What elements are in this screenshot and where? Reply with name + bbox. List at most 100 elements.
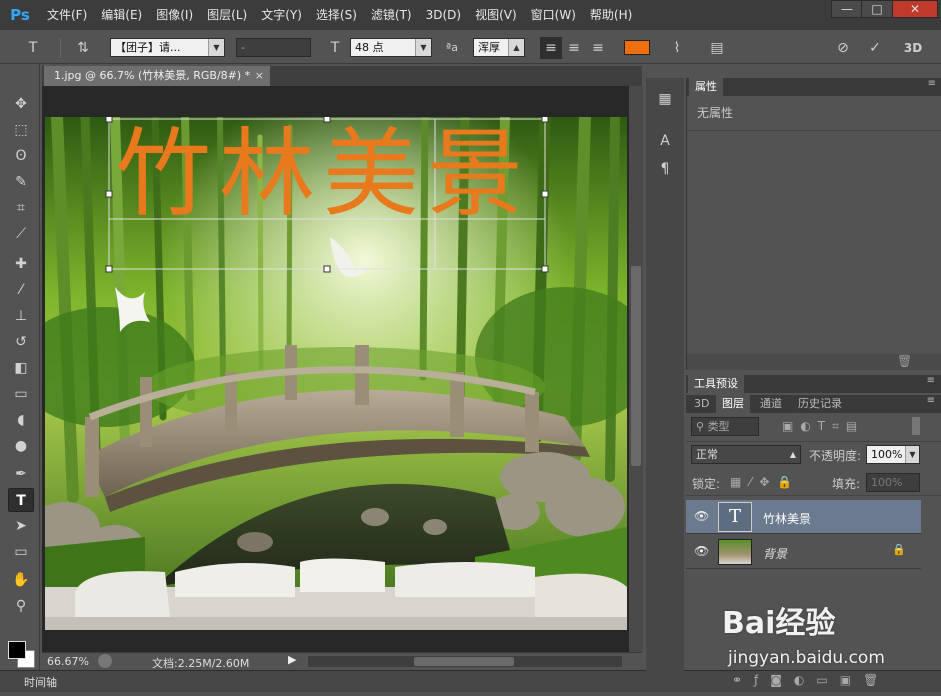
- tool-presets-tab[interactable]: 工具预设: [688, 375, 744, 393]
- layer-row-background[interactable]: 👁 背景 🔒: [686, 535, 921, 569]
- chevron-down-icon: ▼: [905, 446, 919, 463]
- layer-row-text[interactable]: 👁 T 竹林美景: [686, 500, 921, 534]
- menu-filter[interactable]: 滤镜(T): [364, 0, 419, 30]
- minimize-button[interactable]: —: [831, 0, 863, 18]
- panel-menu-icon[interactable]: ≡: [927, 375, 935, 386]
- layer-name[interactable]: 背景: [763, 545, 787, 562]
- 3d-button[interactable]: 3D: [902, 37, 924, 59]
- menu-view[interactable]: 视图(V): [468, 0, 524, 30]
- font-style-select[interactable]: -: [236, 38, 311, 57]
- status-menu-arrow-icon[interactable]: ▶: [288, 653, 296, 666]
- path-select-tool-icon[interactable]: ➤: [8, 514, 34, 538]
- menu-image[interactable]: 图像(I): [149, 0, 200, 30]
- lock-label: 锁定:: [692, 477, 721, 491]
- antialias-select[interactable]: 浑厚 ▲: [473, 38, 525, 57]
- properties-panel-icon[interactable]: ▦: [654, 88, 676, 110]
- menu-select[interactable]: 选择(S): [309, 0, 364, 30]
- visibility-eye-icon[interactable]: 👁: [694, 544, 709, 558]
- menu-edit[interactable]: 编辑(E): [94, 0, 149, 30]
- paragraph-panel-icon[interactable]: ¶: [654, 158, 676, 180]
- menu-layer[interactable]: 图层(L): [200, 0, 254, 30]
- panel-menu-icon[interactable]: ≡: [928, 78, 936, 89]
- brush-tool-icon[interactable]: ⁄: [8, 278, 34, 302]
- zoom-level[interactable]: 66.67%: [47, 655, 89, 668]
- layer-filter-icons[interactable]: ▣◐T⌗▤: [782, 419, 864, 434]
- align-right-icon[interactable]: ≡: [587, 37, 609, 59]
- fill-label: 填充:: [832, 477, 861, 491]
- horizontal-scrollbar[interactable]: [308, 656, 622, 667]
- crop-tool-icon[interactable]: ⌗: [8, 196, 34, 220]
- shape-tool-icon[interactable]: ▭: [8, 540, 34, 564]
- maximize-button[interactable]: □: [861, 0, 893, 18]
- status-info-icon[interactable]: [98, 654, 112, 668]
- menu-window[interactable]: 窗口(W): [524, 0, 583, 30]
- align-left-icon[interactable]: ≡: [540, 37, 562, 59]
- eraser-tool-icon[interactable]: ◧: [8, 356, 34, 380]
- scrollbar-thumb[interactable]: [414, 657, 514, 666]
- tab-history[interactable]: 历史记录: [792, 395, 848, 413]
- type-tool-icon[interactable]: T: [8, 488, 34, 512]
- font-family-select[interactable]: 【团子】请... ▼: [110, 38, 225, 57]
- scrollbar-thumb[interactable]: [631, 266, 641, 466]
- hand-tool-icon[interactable]: ✋: [8, 568, 34, 592]
- warp-text-icon[interactable]: ⌇: [666, 37, 688, 59]
- document-size: 文档:2.25M/2.60M: [152, 657, 250, 670]
- close-button[interactable]: ✕: [892, 0, 938, 18]
- eyedropper-tool-icon[interactable]: ⟋: [8, 222, 34, 246]
- cancel-icon[interactable]: ⊘: [832, 37, 854, 59]
- type-tool-preset-icon[interactable]: T: [22, 37, 44, 59]
- blend-mode-value: 正常: [696, 448, 718, 461]
- menu-help[interactable]: 帮助(H): [583, 0, 639, 30]
- properties-tab-bar: 属性 ≡: [687, 78, 941, 96]
- trash-icon[interactable]: 🗑: [897, 354, 912, 368]
- gradient-tool-icon[interactable]: ▭: [8, 382, 34, 406]
- menu-type[interactable]: 文字(Y): [254, 0, 309, 30]
- character-panel-icon[interactable]: ▤: [706, 37, 728, 59]
- character-panel-icon[interactable]: A: [654, 130, 676, 152]
- commit-check-icon[interactable]: ✓: [864, 37, 886, 59]
- canvas-text-layer[interactable]: 竹林美景: [115, 119, 555, 229]
- properties-tab[interactable]: 属性: [689, 78, 723, 96]
- text-orientation-icon[interactable]: ⇅: [72, 37, 94, 59]
- status-bar: 66.67% 文档:2.25M/2.60M ▶: [42, 652, 642, 670]
- tool-presets-tab-bar: 工具预设 ≡: [686, 375, 941, 393]
- tab-channels[interactable]: 通道: [754, 395, 788, 413]
- menu-file[interactable]: 文件(F): [40, 0, 94, 30]
- pen-tool-icon[interactable]: ✒: [8, 462, 34, 486]
- align-center-icon[interactable]: ≡: [563, 37, 585, 59]
- panel-menu-icon[interactable]: ≡: [927, 395, 935, 406]
- fill-input[interactable]: 100%: [866, 473, 920, 492]
- layer-name[interactable]: 竹林美景: [763, 510, 811, 527]
- blur-tool-icon[interactable]: ◖: [8, 408, 34, 432]
- canvas-image[interactable]: 竹林美景: [45, 117, 627, 630]
- marquee-tool-icon[interactable]: ⬚: [8, 118, 34, 142]
- font-size-icon: T: [330, 40, 340, 56]
- document-tab[interactable]: 1.jpg @ 66.7% (竹林美景, RGB/8#) * ×: [44, 66, 270, 86]
- opacity-input[interactable]: 100% ▼: [866, 445, 920, 464]
- filter-toggle[interactable]: [912, 417, 920, 435]
- tab-layers[interactable]: 图层: [716, 395, 750, 413]
- blend-mode-select[interactable]: 正常 ▲: [691, 445, 801, 464]
- font-size-select[interactable]: 48 点 ▼: [350, 38, 432, 57]
- history-brush-tool-icon[interactable]: ↺: [8, 330, 34, 354]
- lasso-tool-icon[interactable]: ʘ: [8, 144, 34, 168]
- vertical-scrollbar[interactable]: [629, 86, 643, 652]
- divider: [686, 495, 941, 496]
- move-tool-icon[interactable]: ✥: [8, 92, 34, 116]
- healing-brush-tool-icon[interactable]: ✚: [8, 252, 34, 276]
- close-tab-icon[interactable]: ×: [255, 66, 264, 86]
- filter-kind-value: 类型: [707, 420, 730, 433]
- timeline-tab[interactable]: 时间轴: [24, 674, 57, 690]
- menu-3d[interactable]: 3D(D): [419, 0, 468, 30]
- visibility-eye-icon[interactable]: 👁: [694, 509, 709, 523]
- tab-3d[interactable]: 3D: [688, 395, 715, 413]
- opacity-value: 100%: [871, 448, 903, 461]
- lock-icons[interactable]: ▦⁄✥🔒: [730, 475, 800, 489]
- zoom-tool-icon[interactable]: ⚲: [8, 594, 34, 618]
- text-color-swatch[interactable]: [624, 40, 650, 55]
- quick-select-tool-icon[interactable]: ✎: [8, 170, 34, 194]
- clone-stamp-tool-icon[interactable]: ⊥: [8, 304, 34, 328]
- layer-filter-kind-select[interactable]: ⚲ 类型: [691, 417, 759, 436]
- dodge-tool-icon[interactable]: ●: [8, 434, 34, 458]
- foreground-color-swatch[interactable]: [8, 641, 26, 659]
